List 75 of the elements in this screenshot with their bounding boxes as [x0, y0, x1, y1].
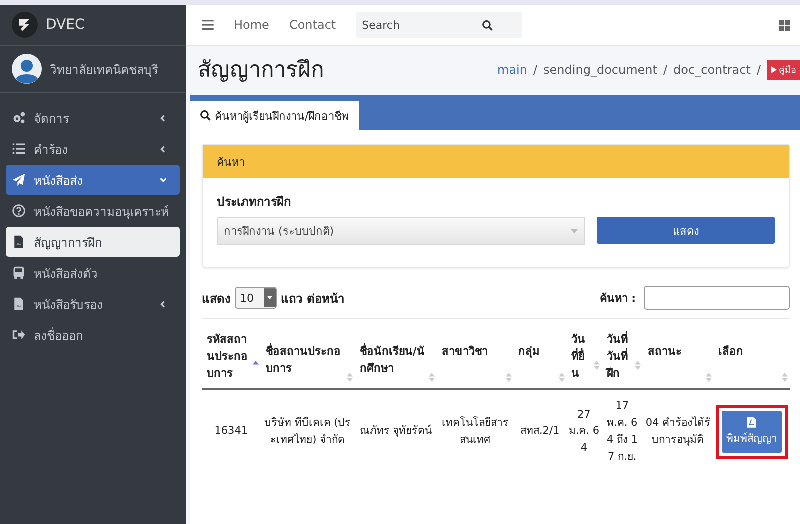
- column-header[interactable]: รหัสสถานประกอบการ: [207, 331, 251, 382]
- show-label: แสดง: [202, 290, 231, 308]
- table-cell: บริษัท ทีบีเคเค (ประเทศไทย) จำกัด: [264, 416, 352, 446]
- show-button[interactable]: แสดง: [597, 217, 775, 244]
- user-name[interactable]: วิทยาลัยเทคนิคชลบุรี: [50, 60, 158, 78]
- field-label: ประเภทการฝึก: [217, 194, 292, 211]
- sort-icon[interactable]: [558, 373, 565, 382]
- sidebar-item[interactable]: จัดการ: [6, 103, 180, 133]
- table-cell: 04 คำร้องได้รับการอนุมัติ: [646, 416, 711, 446]
- question-circle-icon: [12, 204, 26, 218]
- sort-icon[interactable]: [506, 373, 512, 382]
- column-header[interactable]: กลุ่ม: [518, 343, 557, 360]
- document-icon: [12, 297, 26, 311]
- column-header[interactable]: สถานะ: [648, 343, 704, 360]
- table-cell: สทส.2/1: [520, 425, 560, 438]
- table-cell: 27 ม.ค. 64: [568, 408, 600, 454]
- sidebar-item[interactable]: หนังสือขอความอนุเคราะห์: [6, 196, 180, 226]
- search-input[interactable]: Search: [362, 15, 482, 35]
- breadcrumb-separator: /: [664, 62, 668, 76]
- list-icon: [12, 142, 26, 156]
- sort-icon[interactable]: [782, 373, 788, 382]
- table-search-field[interactable]: [644, 286, 790, 310]
- brand-name[interactable]: DVEC: [46, 17, 85, 33]
- search-icon: [200, 110, 211, 121]
- column-header[interactable]: สาขาวิชา: [442, 343, 504, 360]
- column-header[interactable]: ชื่อสถานประกอบการ: [266, 343, 345, 378]
- per-page-label: แถว ต่อหน้า: [281, 290, 346, 308]
- dropdown-caret-icon: [571, 228, 578, 234]
- sidebar-item[interactable]: หนังสือรับรอง: [6, 289, 180, 319]
- nav-link[interactable]: Home: [234, 18, 270, 32]
- column-header[interactable]: วันที่วันที่ฝึก: [606, 331, 633, 382]
- page-title: สัญญาการฝึก: [198, 57, 324, 85]
- dropdown-caret-icon: [264, 288, 276, 308]
- grid-icon[interactable]: [779, 20, 790, 30]
- paper-plane-icon: [12, 173, 26, 187]
- page-size-select[interactable]: 10: [235, 287, 277, 309]
- sort-icon[interactable]: [634, 361, 641, 370]
- table-cell: 17 พ.ค. 64 ถึง 17 ก.ย.: [606, 400, 638, 463]
- play-icon: [771, 66, 777, 74]
- sort-icon[interactable]: [594, 361, 600, 370]
- breadcrumb-item: sending_document: [544, 62, 658, 76]
- search-icon[interactable]: [482, 20, 494, 30]
- panel-title: ค้นหา: [217, 154, 245, 170]
- sidebar-item[interactable]: หนังสือส่ง: [6, 165, 180, 195]
- breadcrumb-separator: /: [533, 62, 538, 76]
- sidebar-item[interactable]: คำร้อง: [6, 134, 180, 164]
- column-header[interactable]: วันที่ยื่น: [572, 331, 592, 382]
- search-label: ค้นหา :: [600, 291, 636, 307]
- breadcrumb-separator: /: [756, 62, 761, 76]
- manual-button[interactable]: คู่มือ: [767, 60, 800, 80]
- table-cell: ณภัทร จุทัยรัตน์: [360, 425, 432, 438]
- logo-icon: [12, 12, 38, 38]
- nav-link[interactable]: Contact: [289, 18, 336, 32]
- breadcrumb-link[interactable]: main: [498, 62, 528, 76]
- sidebar-item[interactable]: หนังสือส่งตัว: [6, 258, 180, 288]
- search-field[interactable]: Search: [356, 12, 522, 38]
- menu-icon[interactable]: [202, 20, 214, 30]
- bus-icon: [12, 266, 26, 280]
- sign-out-icon: [12, 328, 26, 342]
- table-cell: เทคโนโลยีสารสนเทศ: [442, 416, 509, 446]
- column-header[interactable]: ชื่อนักเรียน/นักศึกษา: [360, 343, 428, 378]
- sidebar-item[interactable]: ลงชื่อออก: [6, 320, 180, 350]
- breadcrumb-item: doc_contract: [674, 62, 751, 76]
- avatar-icon: [12, 54, 42, 84]
- sort-icon[interactable]: [346, 373, 353, 382]
- sidebar-item[interactable]: สัญญาการฝึก: [6, 227, 180, 257]
- sort-icon[interactable]: [706, 373, 712, 382]
- training-type-select[interactable]: การฝึกงาน (ระบบปกติ): [217, 217, 585, 245]
- document-icon: [12, 235, 26, 249]
- table-cell: 16341: [214, 425, 248, 438]
- print-contract-button[interactable]: พิมพ์สัญญา: [722, 410, 782, 453]
- column-header[interactable]: เลือก: [718, 343, 780, 360]
- pdf-file-icon: [747, 416, 756, 428]
- sort-icon[interactable]: [429, 373, 436, 382]
- tab[interactable]: ค้นหาผู้เรียนฝึกงาน/ฝึกอาชีพ: [190, 101, 359, 130]
